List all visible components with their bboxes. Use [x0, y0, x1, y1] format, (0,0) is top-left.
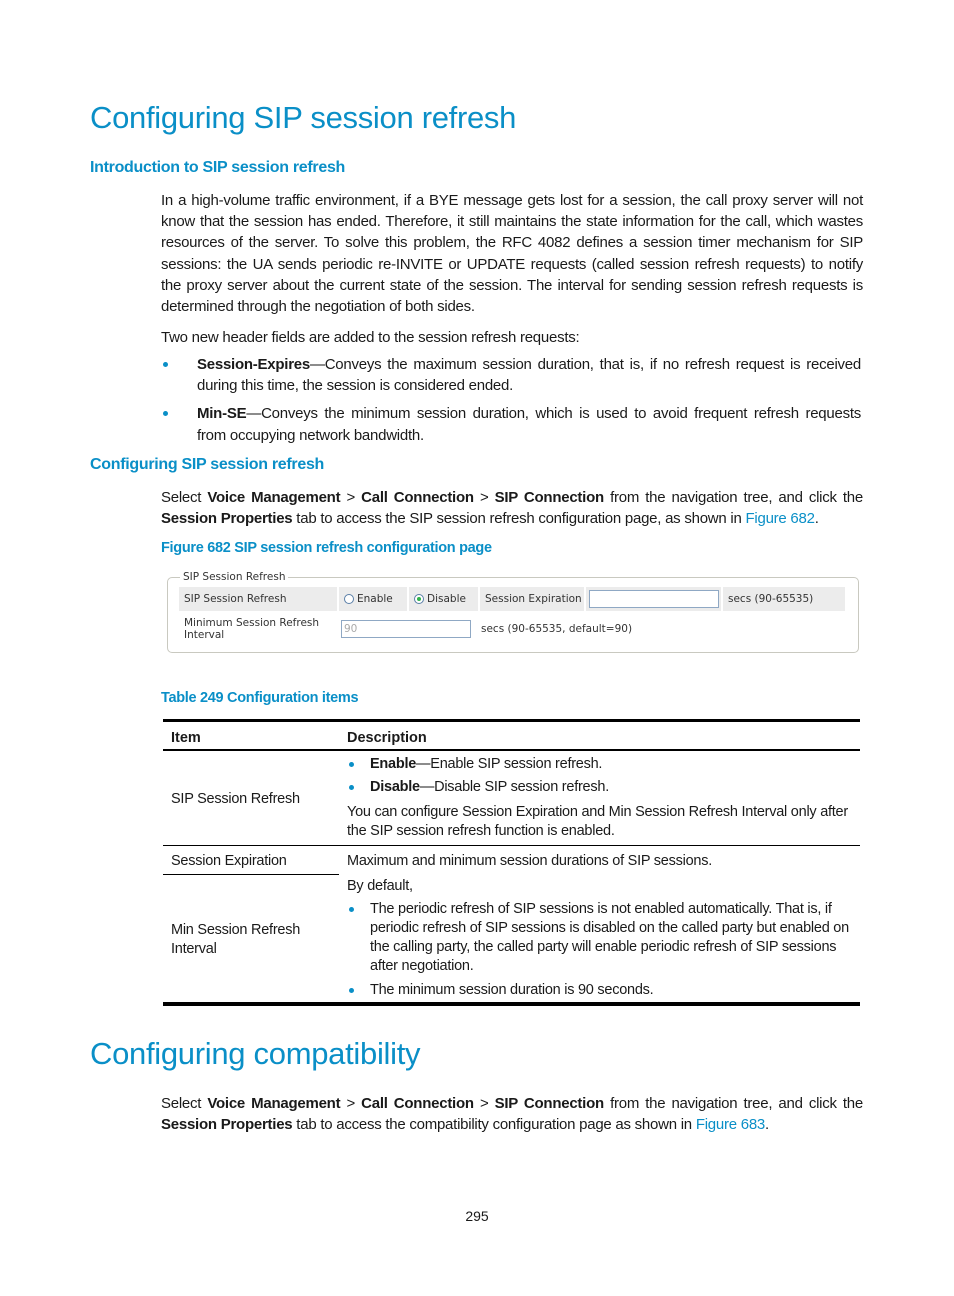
table-caption: Table 249 Configuration items: [161, 690, 359, 706]
list-item: The periodic refresh of SIP sessions is …: [347, 900, 857, 976]
tab-session-properties: Session Properties: [161, 1116, 293, 1134]
radio-enable[interactable]: Enable: [339, 587, 407, 611]
page-number: 295: [465, 1208, 489, 1224]
text: from the navigation tree, and click the: [603, 1095, 863, 1112]
bullet-icon: [349, 988, 354, 993]
nav-voice-management: Voice Management: [207, 1095, 341, 1112]
session-expiration-label: Session Expiration: [480, 587, 584, 611]
radio-disable[interactable]: Disable: [409, 587, 478, 611]
intro-paragraph: In a high-volume traffic environment, if…: [161, 192, 863, 316]
figure-683-link[interactable]: Figure 683: [696, 1116, 765, 1133]
min-interval-hint: secs (90-65535, default=90): [481, 623, 633, 635]
bullet-icon: [163, 362, 168, 367]
header-fields-lead: Two new header fields are added to the s…: [161, 329, 580, 346]
bullet-icon: [349, 785, 354, 790]
table-row-desc-lead: By default,: [347, 878, 413, 894]
figure-row-min-interval: Minimum Session Refresh Interval secs (9…: [179, 615, 632, 643]
configure-paragraph: Select Voice Management > Call Connectio…: [161, 487, 863, 529]
list-item: The minimum session duration is 90 secon…: [347, 981, 857, 1000]
section-title-compatibility: Configuring compatibility: [90, 1036, 421, 1071]
term-min-se: Min-SE: [197, 405, 247, 423]
text: from the navigation tree, and click the: [603, 489, 863, 506]
tab-session-properties: Session Properties: [161, 510, 293, 528]
row-rule: [163, 845, 860, 846]
table-top-rule: [163, 719, 860, 722]
column-header-description: Description: [347, 730, 427, 746]
nav-call-connection: Call Connection: [361, 1095, 474, 1112]
session-expiration-hint: secs (90-65535): [723, 587, 845, 611]
header-rule: [163, 749, 860, 751]
nav-sip-connection: SIP Connection: [494, 1095, 605, 1112]
table-row-description: Maximum and minimum session durations of…: [347, 853, 712, 869]
radio-label: Enable: [357, 593, 393, 605]
text: >: [473, 1095, 495, 1112]
term-disable: Disable: [370, 779, 420, 795]
list-item: Enable—Enable SIP session refresh.: [347, 755, 857, 774]
text: tab to access the compatibility configur…: [292, 1116, 696, 1134]
figure-682-link[interactable]: Figure 682: [745, 510, 814, 527]
table-row-bullets: Enable—Enable SIP session refresh. Disab…: [347, 755, 857, 797]
text: tab to access the SIP session refresh co…: [292, 510, 746, 528]
nav-sip-connection: SIP Connection: [494, 489, 605, 506]
radio-icon[interactable]: [344, 594, 354, 604]
text: >: [340, 489, 362, 506]
bullet-icon: [163, 411, 168, 417]
text: .: [814, 510, 819, 528]
compatibility-paragraph: Select Voice Management > Call Connectio…: [161, 1093, 863, 1135]
term-description: —Disable SIP session refresh.: [419, 779, 609, 795]
session-expiration-cell: [586, 587, 721, 611]
row-rule: [163, 874, 339, 875]
table-bottom-rule: [163, 1002, 860, 1006]
nav-call-connection: Call Connection: [361, 489, 474, 506]
text: >: [473, 489, 495, 506]
term-enable: Enable: [370, 756, 417, 772]
subheading-introduction: Introduction to SIP session refresh: [90, 159, 346, 176]
term-description: —Conveys the minimum session duration, w…: [197, 405, 861, 444]
sip-session-refresh-label: SIP Session Refresh: [179, 587, 337, 611]
session-expiration-input[interactable]: [589, 590, 719, 608]
radio-label: Disable: [427, 593, 466, 605]
term-session-expires: Session-Expires: [197, 356, 310, 373]
min-interval-label: Minimum Session Refresh Interval: [184, 617, 320, 641]
fieldset-legend: SIP Session Refresh: [180, 571, 289, 583]
figure-caption: Figure 682 SIP session refresh configura…: [161, 540, 492, 556]
sip-session-refresh-figure: SIP Session Refresh SIP Session Refresh …: [167, 571, 859, 653]
bullet-text: The minimum session duration is 90 secon…: [370, 982, 654, 998]
text: >: [340, 1095, 362, 1112]
text: Select: [161, 1095, 208, 1112]
radio-selected-icon[interactable]: [414, 594, 424, 604]
list-item: Disable—Disable SIP session refresh.: [347, 778, 857, 797]
list-item: Session-Expires—Conveys the maximum sess…: [161, 354, 861, 396]
table-row-item-min-session-refresh-interval: Min Session Refresh Interval: [171, 922, 301, 957]
min-interval-input[interactable]: [341, 620, 471, 638]
table-row-item-session-expiration: Session Expiration: [171, 853, 287, 869]
table-row-bullets: The periodic refresh of SIP sessions is …: [347, 900, 857, 1000]
figure-row-refresh: SIP Session Refresh Enable Disable Sessi…: [179, 587, 847, 611]
table-row-note: You can configure Session Expiration and…: [347, 804, 848, 839]
header-fields-list: Session-Expires—Conveys the maximum sess…: [161, 354, 861, 446]
subheading-configuring: Configuring SIP session refresh: [90, 456, 325, 473]
term-description: —Enable SIP session refresh.: [416, 756, 603, 772]
text: Select: [161, 489, 208, 506]
text: .: [765, 1116, 769, 1134]
nav-voice-management: Voice Management: [207, 489, 341, 506]
bullet-text: The periodic refresh of SIP sessions is …: [370, 901, 849, 974]
bullet-icon: [349, 907, 354, 912]
list-item: Min-SE—Conveys the minimum session durat…: [161, 403, 861, 445]
bullet-icon: [349, 762, 354, 767]
table-row-item-sip-session-refresh: SIP Session Refresh: [171, 791, 300, 807]
column-header-item: Item: [171, 730, 201, 746]
section-title-sip-session-refresh: Configuring SIP session refresh: [90, 100, 517, 135]
